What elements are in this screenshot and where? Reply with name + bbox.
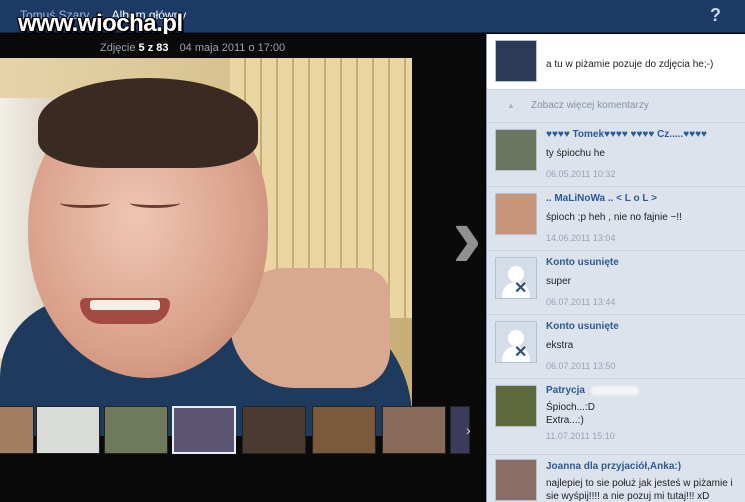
comment-text: ekstra [546, 340, 574, 351]
top-bar: Tomuś Szary • Album główny www.wiocha.pl… [0, 0, 745, 37]
avatar[interactable] [495, 459, 537, 501]
comment-time: 06.07.2011 13:50 [546, 361, 616, 371]
comment-time: 06.07.2011 13:44 [546, 297, 616, 307]
thumbnail[interactable] [382, 406, 446, 454]
redacted-name-blur [590, 385, 639, 395]
avatar[interactable] [495, 385, 537, 427]
photo-info: Zdjęcie 5 z 83 04 maja 2011 o 17:00 [100, 42, 285, 54]
thumbnail-next-icon[interactable]: › [466, 422, 471, 438]
avatar[interactable] [495, 193, 537, 235]
photo-eye-right [130, 198, 180, 208]
comment-item: ✕ Konto usunięte super 06.07.2011 13:44 [487, 250, 745, 314]
deleted-x-icon: ✕ [514, 344, 528, 361]
thumbnail[interactable] [104, 406, 168, 454]
description-text: a tu w piżamie pozuje do zdjęcia he;-) [546, 59, 714, 70]
comment-author[interactable]: ♥♥♥♥ Tomek♥♥♥♥ ♥♥♥♥ Cz.....♥♥♥♥ [546, 129, 707, 140]
comment-time: 14.06.2011 13:04 [546, 233, 616, 243]
comment-item: Joanna dla przyjaciół,Anka:) najlepiej t… [487, 454, 745, 502]
thumbnail-current[interactable] [172, 406, 236, 454]
comments-panel: a tu w piżamie pozuje do zdjęcia he;-) ▲… [486, 34, 745, 502]
thumbnail[interactable] [0, 406, 34, 454]
comment-text: śpioch ;p heh , nie no fajnie ~!! [546, 212, 682, 223]
triangle-up-icon: ▲ [507, 101, 515, 110]
photo-eye-left [60, 198, 110, 208]
main-photo[interactable] [0, 58, 412, 436]
comment-time: 06.05.2011 10:32 [546, 169, 616, 179]
comment-time: 11.07.2011 15:10 [546, 431, 615, 441]
deleted-x-icon: ✕ [514, 280, 528, 297]
deleted-user-avatar: ✕ [495, 321, 537, 363]
photo-counter-label: Zdjęcie [100, 42, 136, 54]
deleted-user-avatar: ✕ [495, 257, 537, 299]
help-button[interactable]: ? [710, 5, 721, 26]
show-more-label: Zobacz więcej komentarzy [531, 100, 649, 111]
comment-author[interactable]: Joanna dla przyjaciół,Anka:) [546, 461, 681, 472]
comment-text: Śpioch...:D Extra...:) [546, 402, 595, 426]
thumbnail-strip: › [0, 402, 485, 458]
comment-text: super [546, 276, 572, 287]
comment-author[interactable]: .. MaLiNoWa .. < L o L > [546, 193, 657, 204]
photo-viewer: Zdjęcie 5 z 83 04 maja 2011 o 17:00 › › [0, 34, 485, 502]
photo-counter: 5 z 83 [138, 42, 169, 54]
avatar[interactable] [495, 40, 537, 82]
photo-description: a tu w piżamie pozuje do zdjęcia he;-) [487, 34, 745, 90]
comment-item: ✕ Konto usunięte ekstra 06.07.2011 13:50 [487, 314, 745, 378]
thumbnail[interactable] [242, 406, 306, 454]
comment-item: Patrycja Śpioch...:D Extra...:) 11.07.20… [487, 378, 745, 442]
photo-date: 04 maja 2011 o 17:00 [179, 42, 286, 54]
show-more-comments-link[interactable]: ▲ Zobacz więcej komentarzy [487, 92, 745, 122]
thumbnail[interactable] [312, 406, 376, 454]
comment-text: najlepiej to sie połuż jak jesteś w piża… [546, 478, 733, 502]
comment-item: .. MaLiNoWa .. < L o L > śpioch ;p heh ,… [487, 186, 745, 250]
comment-item: ♥♥♥♥ Tomek♥♥♥♥ ♥♥♥♥ Cz.....♥♥♥♥ ty śpioc… [487, 122, 745, 186]
thumbnail[interactable] [36, 406, 100, 454]
next-photo-icon[interactable]: › [452, 182, 482, 292]
comment-author-row: Patrycja [546, 385, 639, 396]
comment-author[interactable]: Konto usunięte [546, 321, 619, 332]
photo-teeth [90, 300, 160, 310]
photo-hair [38, 78, 258, 168]
comment-author[interactable]: Patrycja [546, 385, 585, 396]
comment-text: ty śpiochu he [546, 148, 605, 159]
avatar[interactable] [495, 129, 537, 171]
comment-author[interactable]: Konto usunięte [546, 257, 619, 268]
